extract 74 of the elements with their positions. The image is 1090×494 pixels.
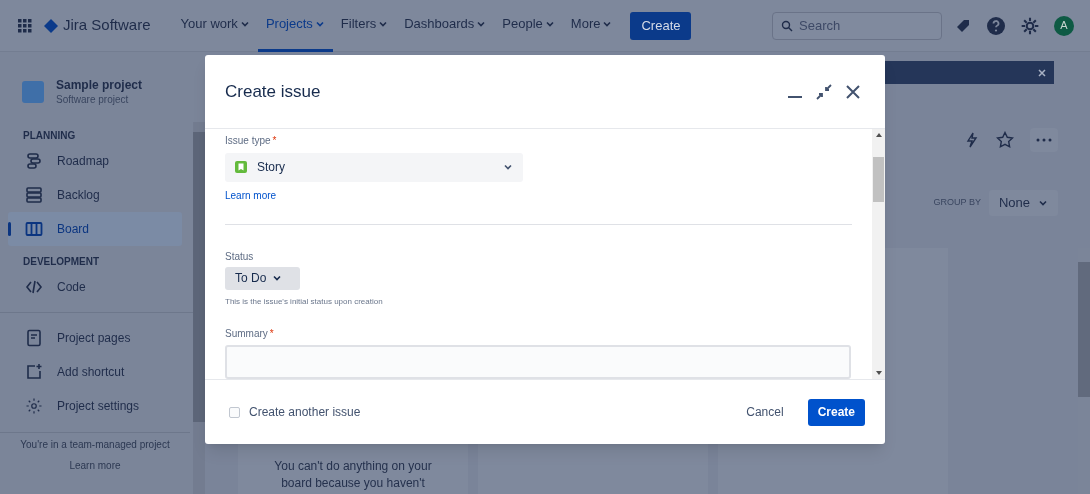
empty-board-message: You can't do anything on your board because you haven't bbox=[273, 458, 433, 492]
nav-tab[interactable]: Filters bbox=[332, 0, 397, 52]
nav-tab[interactable]: Projects bbox=[257, 0, 333, 52]
collapse-icon[interactable] bbox=[815, 82, 833, 101]
lightning-icon[interactable] bbox=[964, 131, 980, 149]
sidebar-item[interactable]: Project settings bbox=[8, 389, 182, 423]
sidebar-item[interactable]: Board bbox=[8, 212, 182, 246]
chevron-down-icon bbox=[314, 19, 325, 29]
close-icon[interactable] bbox=[1038, 68, 1046, 77]
section-heading: DEVELOPMENT bbox=[22, 254, 101, 269]
selection-indicator bbox=[8, 222, 11, 236]
user-avatar[interactable]: A bbox=[1054, 15, 1074, 36]
scrollbar-thumb[interactable] bbox=[1078, 262, 1090, 397]
app-grid-icon[interactable] bbox=[18, 18, 32, 33]
scrollbar[interactable] bbox=[193, 122, 205, 494]
summary-field[interactable] bbox=[225, 345, 851, 379]
nav-tab[interactable]: People bbox=[494, 0, 563, 52]
project-name[interactable]: Sample project bbox=[56, 78, 143, 93]
project-avatar bbox=[22, 81, 44, 103]
nav-tab[interactable]: Dashboards bbox=[396, 0, 495, 52]
more-icon bbox=[1036, 138, 1052, 142]
search-icon bbox=[781, 19, 793, 32]
chevron-down-icon bbox=[544, 19, 555, 29]
sidebar-item[interactable]: Project pages bbox=[8, 321, 182, 355]
scrollbar-thumb[interactable] bbox=[193, 132, 205, 422]
scrollbar-thumb[interactable] bbox=[873, 157, 884, 202]
project-type: Software project bbox=[56, 93, 130, 106]
scrollbar[interactable] bbox=[872, 129, 885, 379]
close-icon[interactable] bbox=[845, 83, 861, 100]
product-name[interactable]: Jira Software bbox=[63, 14, 151, 37]
help-icon[interactable] bbox=[986, 15, 1006, 36]
status-dropdown[interactable]: To Do bbox=[225, 267, 300, 290]
logo-icon[interactable] bbox=[44, 18, 58, 33]
section-heading: PLANNING bbox=[22, 128, 77, 143]
helper-text: This is the issue's initial status upon creation bbox=[225, 296, 384, 308]
star-icon[interactable] bbox=[996, 131, 1014, 149]
checkbox-label[interactable]: Create another issue bbox=[249, 403, 361, 421]
search-field[interactable]: Search bbox=[772, 11, 942, 40]
nav-tab[interactable]: Your work bbox=[172, 0, 258, 52]
field-label: Status bbox=[225, 250, 255, 264]
required-mark: * bbox=[272, 134, 277, 148]
sidebar-item[interactable]: Backlog bbox=[8, 178, 182, 212]
group-by-label: GROUP BY bbox=[933, 196, 981, 210]
create-button[interactable]: Create bbox=[630, 11, 692, 40]
stack-icon bbox=[25, 186, 43, 204]
cancel-button[interactable]: Cancel bbox=[734, 398, 796, 426]
field-label: Issue type bbox=[225, 134, 271, 148]
page-icon bbox=[25, 329, 43, 347]
scroll-up-icon[interactable] bbox=[875, 133, 882, 137]
sidebar-item[interactable]: Add shortcut bbox=[8, 355, 182, 389]
code-icon bbox=[25, 278, 43, 296]
issue-type-dropdown[interactable]: Story bbox=[225, 153, 523, 182]
sidebar-item[interactable]: Code bbox=[8, 270, 182, 304]
add-shortcut-icon bbox=[25, 363, 43, 381]
chevron-down-icon bbox=[1038, 198, 1048, 208]
chevron-down-icon bbox=[239, 19, 250, 29]
roadmap-icon bbox=[25, 152, 43, 170]
create-button[interactable]: Create bbox=[807, 398, 865, 426]
story-icon bbox=[235, 161, 247, 174]
learn-more-link[interactable]: Learn more bbox=[225, 188, 852, 203]
chevron-down-icon bbox=[602, 19, 613, 29]
dialog-title: Create issue bbox=[225, 80, 322, 103]
chevron-down-icon bbox=[476, 19, 487, 29]
nav-tab[interactable]: More bbox=[562, 0, 621, 52]
group-by-dropdown[interactable]: None bbox=[988, 190, 1058, 216]
required-mark: * bbox=[269, 327, 274, 341]
field-label: Summary bbox=[225, 327, 268, 341]
columns-icon bbox=[25, 220, 43, 238]
sidebar-item[interactable]: Roadmap bbox=[8, 144, 182, 178]
learn-more-link[interactable]: Learn more bbox=[69, 458, 121, 473]
checkbox[interactable] bbox=[229, 406, 240, 418]
scroll-down-icon[interactable] bbox=[875, 371, 882, 375]
chevron-down-icon bbox=[378, 19, 389, 29]
footer-note: You're in a team-managed project bbox=[20, 438, 170, 452]
